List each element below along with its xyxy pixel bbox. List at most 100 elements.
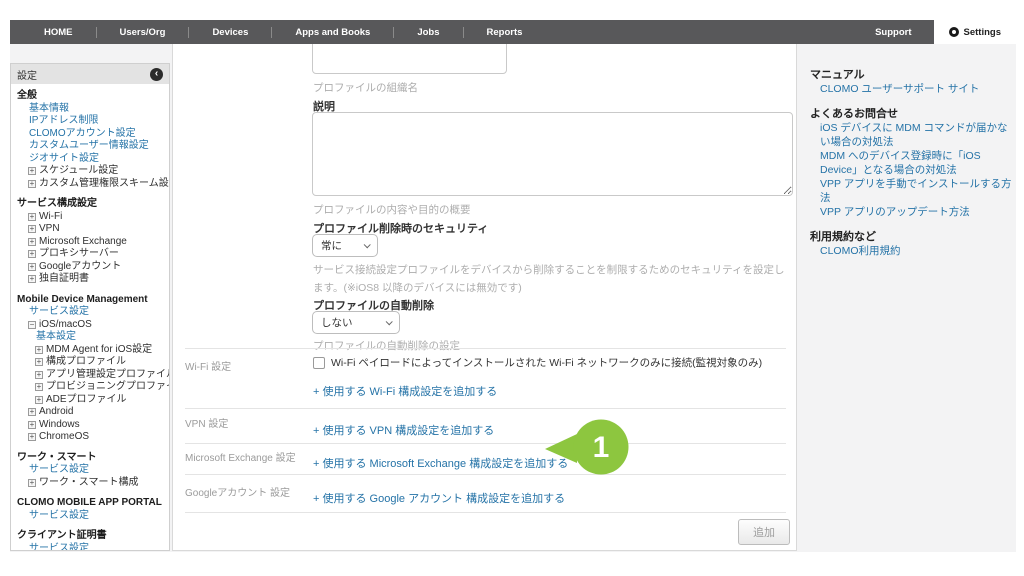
sidebar-item-ip-restriction[interactable]: IPアドレス制限 [17, 115, 165, 128]
add-google-config-link[interactable]: + 使用する Google アカウント 構成設定を追加する [313, 490, 565, 506]
sidebar-item-label: ワーク・スマート構成 [39, 477, 139, 490]
exchange-row-label: Microsoft Exchange 設定 [185, 449, 296, 464]
faq-link-ios-device[interactable]: MDM へのデバイス登録時に「iOS Device」となる場合の対処法 [810, 149, 1016, 177]
expand-icon: + [35, 358, 43, 366]
sidebar-item-label: 独自証明書 [39, 273, 89, 286]
expand-icon: + [28, 225, 36, 233]
sidebar-item-proxy-server[interactable]: +プロキシサーバー [17, 248, 165, 261]
expand-icon: + [28, 421, 36, 429]
sidebar-item-schedule[interactable]: +スケジュール設定 [17, 165, 165, 178]
sidebar-item-basic-settings[interactable]: 基本設定 [17, 331, 165, 344]
wifi-only-checkbox[interactable] [313, 357, 325, 369]
description-helper: プロファイルの内容や目的の概要 [313, 202, 471, 217]
sidebar-item-wifi[interactable]: +Wi-Fi [17, 211, 165, 224]
sidebar-item-label: カスタム管理権限スキーム設定 [39, 178, 170, 191]
expand-icon: + [35, 383, 43, 391]
add-submit-button[interactable]: 追加 [738, 519, 790, 545]
wifi-row-label: Wi-Fi 設定 [185, 358, 231, 373]
nav-home[interactable]: HOME [10, 27, 96, 38]
sidebar-item-ios-macos[interactable]: −iOS/macOS [17, 319, 165, 332]
sidebar-section-mobile-app-portal: CLOMO MOBILE APP PORTAL [17, 497, 165, 510]
sidebar-item-label: 構成プロファイル [46, 356, 126, 369]
organization-name-input[interactable] [312, 44, 507, 74]
sidebar-item-vpn[interactable]: +VPN [17, 223, 165, 236]
sidebar-item-config-profile[interactable]: +構成プロファイル [17, 356, 165, 369]
nav-devices[interactable]: Devices [189, 27, 271, 38]
sidebar-item-label: iOS/macOS [39, 319, 92, 332]
sidebar-item-chromeos[interactable]: +ChromeOS [17, 431, 165, 444]
vpn-row-label: VPN 設定 [185, 415, 228, 430]
sidebar-item-windows[interactable]: +Windows [17, 419, 165, 432]
sidebar-item-custom-permission-scheme[interactable]: +カスタム管理権限スキーム設定 [17, 178, 165, 191]
auto-delete-value: しない [321, 315, 353, 330]
sidebar-item-worksmart-service[interactable]: サービス設定 [17, 464, 165, 477]
nav-apps-and-books[interactable]: Apps and Books [272, 27, 393, 38]
expand-icon: + [28, 263, 36, 271]
nav-settings-label: Settings [964, 27, 1001, 38]
expand-icon: + [28, 433, 36, 441]
sidebar-item-worksmart-config[interactable]: +ワーク・スマート構成 [17, 477, 165, 490]
help-panel: マニュアル CLOMO ユーザーサポート サイト よくあるお問合せ iOS デバ… [810, 68, 1016, 258]
sidebar-title: 設定 [17, 67, 37, 82]
chevron-down-icon [386, 318, 393, 325]
nav-settings-tab[interactable]: Settings [934, 20, 1016, 44]
sidebar-item-custom-user-info[interactable]: カスタムユーザー情報設定 [17, 140, 165, 153]
sidebar-item-label: Android [39, 406, 73, 419]
sidebar-item-mdm-service-settings[interactable]: サービス設定 [17, 306, 165, 319]
sidebar-item-label: Googleアカウント [39, 261, 121, 274]
terms-link[interactable]: CLOMO利用規約 [810, 244, 1016, 258]
sidebar-section-client-certificate: クライアント証明書 [17, 530, 165, 543]
add-exchange-config-link[interactable]: + 使用する Microsoft Exchange 構成設定を追加する [313, 455, 568, 471]
nav-reports[interactable]: Reports [464, 27, 546, 38]
sidebar-item-own-certificate[interactable]: +独自証明書 [17, 273, 165, 286]
expand-icon: + [35, 346, 43, 354]
collapse-sidebar-button[interactable]: ‹ [150, 68, 163, 81]
nav-jobs[interactable]: Jobs [394, 27, 462, 38]
sidebar-item-clientcert-service[interactable]: サービス設定 [17, 543, 165, 552]
chevron-left-icon: ‹ [155, 69, 158, 79]
organization-name-helper: プロファイルの組織名 [313, 80, 418, 95]
sidebar-item-clomo-account[interactable]: CLOMOアカウント設定 [17, 128, 165, 141]
row-divider [185, 348, 786, 349]
expand-icon: + [28, 180, 36, 188]
faq-section-title: よくあるお問合せ [810, 107, 1016, 121]
wifi-only-checkbox-row: Wi-Fi ペイロードによってインストールされた Wi-Fi ネットワークのみに… [313, 355, 762, 370]
sidebar-item-ade-profile[interactable]: +ADEプロファイル [17, 394, 165, 407]
profile-settings-form: プロファイルの組織名 説明 プロファイルの内容や目的の概要 プロファイル削除時の… [172, 44, 797, 551]
expand-icon: + [35, 396, 43, 404]
expand-icon: + [28, 167, 36, 175]
add-vpn-config-link[interactable]: + 使用する VPN 構成設定を追加する [313, 422, 494, 438]
sidebar-item-label: プロビジョニングプロファイル [46, 381, 170, 394]
sidebar-item-mdm-agent-ios[interactable]: +MDM Agent for iOS設定 [17, 344, 165, 357]
sidebar-header: 設定 ‹ [11, 64, 169, 84]
clomo-settings-page: HOME Users/Org Devices Apps and Books Jo… [0, 0, 1024, 576]
sidebar-section-work-smart: ワーク・スマート [17, 452, 165, 465]
top-navigation: HOME Users/Org Devices Apps and Books Jo… [10, 20, 1016, 44]
faq-link-vpp-manual-install[interactable]: VPP アプリを手動でインストールする方法 [810, 177, 1016, 205]
sidebar-item-provisioning-profile[interactable]: +プロビジョニングプロファイル [17, 381, 165, 394]
faq-link-vpp-update[interactable]: VPP アプリのアップデート方法 [810, 205, 1016, 219]
sidebar-item-basic-info[interactable]: 基本情報 [17, 103, 165, 116]
nav-users-org[interactable]: Users/Org [97, 27, 189, 38]
sidebar-section-general: 全般 [17, 90, 165, 103]
sidebar-item-portal-service[interactable]: サービス設定 [17, 510, 165, 523]
sidebar-item-geosite[interactable]: ジオサイト設定 [17, 153, 165, 166]
collapse-icon: − [28, 321, 36, 329]
row-divider [185, 408, 786, 409]
manual-support-site-link[interactable]: CLOMO ユーザーサポート サイト [810, 82, 1016, 96]
faq-link-mdm-command[interactable]: iOS デバイスに MDM コマンドが届かない場合の対処法 [810, 121, 1016, 149]
settings-sidebar: 設定 ‹ 全般 基本情報 IPアドレス制限 CLOMOアカウント設定 カスタムユ… [10, 63, 170, 551]
sidebar-item-ms-exchange[interactable]: +Microsoft Exchange [17, 236, 165, 249]
description-textarea[interactable] [312, 112, 793, 196]
sidebar-item-label: VPN [39, 223, 60, 236]
nav-support[interactable]: Support [853, 27, 933, 38]
terms-section-title: 利用規約など [810, 230, 1016, 244]
manual-section-title: マニュアル [810, 68, 1016, 82]
sidebar-item-android[interactable]: +Android [17, 406, 165, 419]
auto-delete-select[interactable]: しない [312, 311, 400, 334]
sidebar-item-app-config-profile[interactable]: +アプリ管理設定プロファイル [17, 369, 165, 382]
add-wifi-config-link[interactable]: + 使用する Wi-Fi 構成設定を追加する [313, 383, 497, 399]
expand-icon: + [28, 479, 36, 487]
removal-security-select[interactable]: 常に [312, 234, 378, 257]
sidebar-item-google-account[interactable]: +Googleアカウント [17, 261, 165, 274]
